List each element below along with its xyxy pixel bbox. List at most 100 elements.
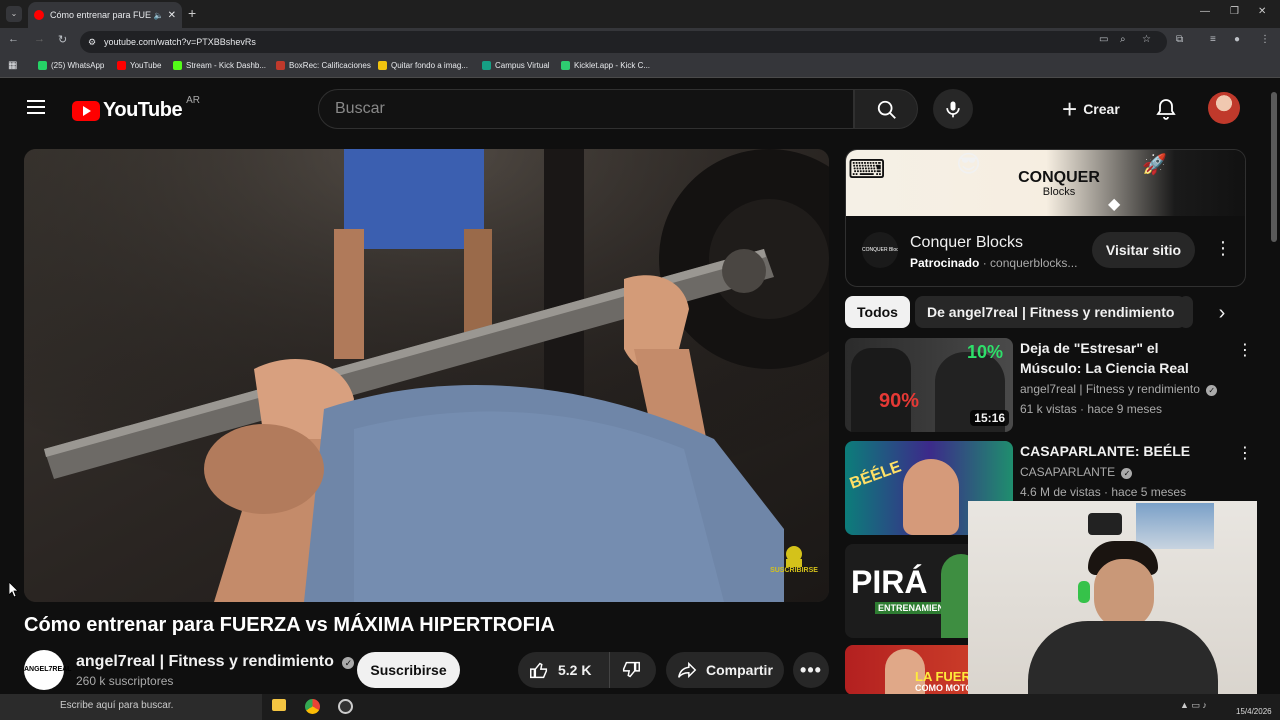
minimize-button[interactable]: — (1200, 6, 1210, 17)
diamond-icon: ◆ (1108, 196, 1121, 213)
forward-icon[interactable]: → (34, 33, 45, 45)
ad-title: Conquer Blocks (910, 234, 1023, 251)
obs-icon[interactable] (338, 699, 353, 714)
recommendation-channel: CASAPARLANTE ✓ (1020, 465, 1133, 479)
bookmark-remove-bg[interactable]: Quitar fondo a imag... (378, 61, 468, 70)
video-thumbnail[interactable]: 10% 90% 15:16 (845, 338, 1013, 432)
recommendation-item[interactable]: 10% 90% 15:16 Deja de "Estresar" el Músc… (845, 338, 1253, 434)
close-tab-icon[interactable]: ✕ (168, 10, 176, 21)
channel-avatar[interactable]: ANGEL7REAL (24, 650, 71, 690)
more-vert-icon[interactable]: ⋮ (1237, 443, 1253, 463)
more-horizontal-icon: ••• (800, 659, 822, 680)
url-field[interactable]: ⚙ youtube.com/watch?v=PTXBBshevRs (80, 31, 1167, 53)
bookmark-youtube[interactable]: YouTube (117, 61, 161, 70)
bookmark-boxrec[interactable]: BoxRec: Calificaciones (276, 61, 371, 70)
microphone-icon (946, 101, 960, 118)
youtube-icon (117, 61, 126, 70)
url-text: youtube.com/watch?v=PTXBBshevRs (104, 37, 256, 47)
more-vert-icon[interactable]: ⋮ (1237, 340, 1253, 360)
thumb-text-piramide: PIRÁ (851, 564, 928, 600)
create-label: Crear (1083, 101, 1120, 117)
keyboard-icon: ⌨ (848, 154, 886, 184)
restore-button[interactable]: ❐ (1230, 6, 1239, 17)
whatsapp-icon (38, 61, 47, 70)
extensions-icon[interactable]: ⧉ (1176, 34, 1183, 45)
menu-hamburger-icon[interactable] (27, 96, 45, 118)
ad-logo: CONQUER Blocks (1004, 169, 1114, 199)
search-input[interactable]: Buscar (318, 89, 854, 129)
chrome-icon[interactable] (305, 699, 320, 714)
plus-icon: + (1062, 94, 1078, 124)
ad-separator: · (982, 256, 991, 270)
ad-brand: CONQUER (1018, 169, 1100, 186)
chip-all[interactable]: Todos (845, 296, 910, 328)
ad-banner[interactable]: ⌨ 😎 CONQUER Blocks 🚀 ◆ (846, 150, 1245, 216)
menu-icon[interactable]: ⋮ (1260, 34, 1270, 45)
remove-bg-icon (378, 61, 387, 70)
wall-poster (1136, 503, 1214, 549)
more-actions-button[interactable]: ••• (793, 652, 829, 688)
tab-list-button[interactable]: ⌄ (6, 6, 22, 22)
ad-brand-sub: Blocks (1042, 186, 1076, 198)
bookmark-kick[interactable]: Stream - Kick Dashb... (173, 61, 266, 70)
bookmark-label: Quitar fondo a imag... (391, 61, 468, 70)
ad-options-icon[interactable]: ⋮ (1214, 238, 1232, 259)
tray-icons[interactable]: ▲ ▭ ♪ (1180, 700, 1207, 711)
cast-icon[interactable]: ▭ (1099, 34, 1108, 45)
bookmark-star-icon[interactable]: ☆ (1142, 34, 1151, 45)
boxrec-icon (276, 61, 285, 70)
chevron-right-icon[interactable]: › (1207, 298, 1237, 328)
region-code: AR (186, 95, 200, 106)
dislike-button[interactable] (610, 652, 642, 688)
scrollbar-thumb[interactable] (1271, 92, 1277, 242)
verified-icon: ✓ (1206, 385, 1218, 396)
zoom-icon[interactable]: ⌕ (1120, 34, 1126, 45)
profile-icon[interactable]: ● (1234, 34, 1240, 45)
back-icon[interactable]: ← (8, 33, 19, 45)
logo-text: YouTube (103, 99, 183, 121)
audio-icon: 🔈 (153, 10, 164, 20)
thumb-person (903, 459, 959, 535)
bookmark-kicklet[interactable]: Kicklet.app - Kick C... (561, 61, 650, 70)
chip-channel[interactable]: De angel7real | Fitness y rendimiento (915, 296, 1187, 328)
kicklet-icon (561, 61, 570, 70)
like-button[interactable]: 5.2 K (518, 652, 610, 688)
browser-tab[interactable]: Cómo entrenar para FUERZA 🔈 ✕ (28, 2, 182, 28)
belt-poster (1088, 513, 1122, 535)
webcam-overlay (968, 501, 1257, 702)
campus-icon (482, 61, 491, 70)
sponsored-ad-card[interactable]: ⌨ 😎 CONQUER Blocks 🚀 ◆ CONQUER Blocks Co… (845, 149, 1246, 287)
browser-toolbar: ← → ↻ ⚙ youtube.com/watch?v=PTXBBshevRs … (0, 28, 1280, 56)
user-avatar[interactable] (1208, 92, 1240, 124)
page-scrollbar[interactable] (1268, 80, 1280, 694)
bookmark-campus[interactable]: Campus Virtual (482, 61, 550, 70)
new-tab-button[interactable]: + (188, 5, 196, 21)
channel-name-text: CASAPARLANTE (1020, 465, 1116, 479)
site-info-icon[interactable]: ⚙ (88, 31, 96, 53)
channel-name[interactable]: angel7real | Fitness y rendimiento ✓ (76, 653, 355, 671)
share-button[interactable]: Compartir (666, 652, 784, 688)
ad-avatar: CONQUER Blocks (862, 232, 898, 268)
bookmark-label: YouTube (130, 61, 162, 70)
subscribe-button[interactable]: Suscribirse (357, 652, 460, 688)
search-button[interactable] (854, 89, 918, 129)
voice-search-button[interactable] (933, 89, 973, 129)
youtube-favicon-icon (34, 10, 44, 20)
bookmark-whatsapp[interactable]: (25) WhatsApp (38, 61, 104, 70)
youtube-logo[interactable]: YouTube AR (72, 95, 200, 122)
taskbar-search[interactable]: Escribe aquí para buscar. (0, 694, 262, 720)
file-explorer-icon[interactable] (272, 699, 286, 711)
thumb-text-percent-10: 10% (967, 342, 1004, 362)
video-player[interactable]: SUSCRIBIRSE (24, 149, 829, 602)
chip-more[interactable] (1179, 296, 1193, 328)
create-button[interactable]: + Crear (1050, 89, 1132, 129)
close-window-button[interactable]: ✕ (1258, 6, 1266, 17)
video-duration: 15:16 (970, 410, 1009, 426)
media-icon[interactable]: ≡ (1210, 34, 1216, 45)
reload-icon[interactable]: ↻ (58, 33, 67, 46)
apps-grid-icon[interactable]: ▦ (8, 60, 17, 71)
taskbar-search-text: Escribe aquí para buscar. (60, 700, 174, 711)
notifications-bell-icon[interactable] (1154, 97, 1178, 121)
thumb-text-percent-90: 90% (879, 390, 920, 412)
visit-site-button[interactable]: Visitar sitio (1092, 232, 1195, 268)
